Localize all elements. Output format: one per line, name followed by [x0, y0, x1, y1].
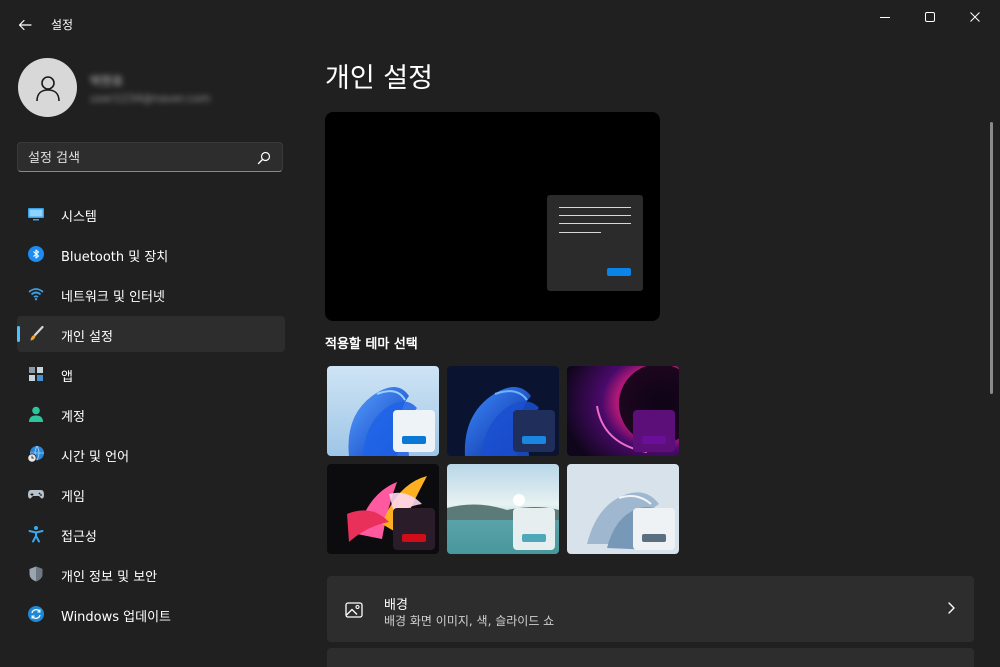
minimize-button[interactable]	[862, 0, 908, 34]
sidebar-item-gaming[interactable]: 게임	[17, 476, 285, 512]
search-box[interactable]	[17, 142, 283, 172]
sidebar-item-apps[interactable]: 앱	[17, 356, 285, 392]
sidebar-item-label: 계정	[61, 410, 85, 425]
account-icon	[29, 406, 43, 422]
theme-section-label: 적용할 테마 선택	[325, 337, 418, 352]
minimize-icon	[880, 17, 890, 18]
user-email: user1234@naver.com	[90, 92, 211, 105]
sidebar-item-windows-update[interactable]: Windows 업데이트	[17, 596, 285, 632]
background-settings-card[interactable]: 배경 배경 화면 이미지, 색, 슬라이드 쇼	[327, 576, 974, 642]
sidebar-item-bluetooth[interactable]: Bluetooth 및 장치	[17, 236, 285, 272]
theme-accent-swatch	[522, 534, 546, 542]
search-input[interactable]	[28, 149, 248, 167]
theme-tile-windows-dark[interactable]	[447, 366, 559, 456]
system-icon	[28, 208, 44, 221]
theme-tile-sunrise[interactable]	[447, 464, 559, 554]
theme-accent-swatch	[402, 534, 426, 542]
bluetooth-icon	[28, 246, 44, 262]
sidebar-item-label: 시스템	[61, 210, 97, 225]
theme-card-preview	[633, 410, 675, 452]
sidebar-item-label: Bluetooth 및 장치	[61, 250, 169, 265]
theme-accent-swatch	[642, 436, 666, 444]
sidebar-item-label: 개인 정보 및 보안	[61, 570, 158, 585]
sidebar-item-system[interactable]: 시스템	[17, 196, 285, 232]
apps-icon	[29, 367, 43, 381]
person-icon	[35, 75, 60, 101]
window-title: 설정	[51, 18, 74, 32]
sidebar-item-label: 네트워크 및 인터넷	[61, 290, 165, 305]
sidebar-item-label: 접근성	[61, 530, 97, 545]
title-bar: 설정	[0, 0, 1000, 48]
preview-accent-button	[607, 268, 631, 276]
accessibility-icon	[28, 526, 44, 543]
avatar[interactable]	[18, 58, 77, 117]
theme-accent-swatch	[402, 436, 426, 444]
user-name: 박현호	[90, 74, 124, 88]
sidebar-item-accessibility[interactable]: 접근성	[17, 516, 285, 552]
sidebar-item-label: 게임	[61, 490, 85, 505]
close-icon	[970, 12, 980, 22]
sidebar-item-time-language[interactable]: 시간 및 언어	[17, 436, 285, 472]
arrow-left-icon	[18, 19, 32, 31]
theme-accent-swatch	[642, 534, 666, 542]
maximize-button[interactable]	[907, 0, 953, 34]
sidebar-item-network[interactable]: 네트워크 및 인터넷	[17, 276, 285, 312]
sidebar-item-label: 개인 설정	[61, 330, 113, 345]
theme-card-preview	[513, 508, 555, 550]
preview-line	[559, 232, 601, 233]
main-content: 개인 설정 적용할 테마 선택 배경 배경 화면 이미지, 색, 슬라이드 쇼	[300, 48, 1000, 667]
update-icon	[28, 606, 44, 622]
card-description: 배경 화면 이미지, 색, 슬라이드 쇼	[384, 614, 555, 628]
theme-tile-captured-motion[interactable]	[327, 464, 439, 554]
sidebar-nav: 시스템 Bluetooth 및 장치 네트워크 및 인터넷 개인 설정 앱 계정…	[17, 196, 285, 636]
theme-tile-flow[interactable]	[567, 464, 679, 554]
shield-icon	[29, 566, 43, 582]
sidebar-item-label: 앱	[61, 370, 73, 385]
next-settings-card[interactable]	[327, 648, 974, 667]
brush-icon	[30, 325, 44, 341]
scrollbar[interactable]	[990, 122, 993, 394]
sidebar: 박현호 user1234@naver.com 시스템 Bluetooth 및 장…	[0, 48, 300, 667]
theme-card-preview	[393, 410, 435, 452]
search-icon[interactable]	[256, 150, 272, 166]
maximize-icon	[925, 12, 935, 22]
theme-card-preview	[513, 410, 555, 452]
sidebar-item-privacy[interactable]: 개인 정보 및 보안	[17, 556, 285, 592]
image-icon	[345, 602, 363, 618]
theme-card-preview	[633, 508, 675, 550]
preview-line	[559, 207, 631, 208]
preview-line	[559, 223, 631, 224]
theme-tile-windows-light[interactable]	[327, 366, 439, 456]
theme-preview	[325, 112, 660, 321]
page-title: 개인 설정	[325, 63, 433, 94]
theme-grid	[327, 366, 687, 556]
theme-card-preview	[393, 508, 435, 550]
back-button[interactable]	[14, 14, 36, 36]
theme-tile-glow[interactable]	[567, 366, 679, 456]
sidebar-item-label: 시간 및 언어	[61, 450, 130, 465]
preview-line	[559, 215, 631, 216]
sidebar-item-accounts[interactable]: 계정	[17, 396, 285, 432]
preview-window	[547, 195, 643, 291]
sidebar-item-label: Windows 업데이트	[61, 610, 172, 625]
gamepad-icon	[28, 490, 44, 499]
close-button[interactable]	[952, 0, 998, 34]
chevron-right-icon	[948, 602, 955, 614]
theme-accent-swatch	[522, 436, 546, 444]
sidebar-item-personalization[interactable]: 개인 설정	[17, 316, 285, 352]
wifi-icon	[28, 288, 44, 301]
card-title: 배경	[384, 598, 408, 613]
globe-clock-icon	[27, 445, 44, 463]
